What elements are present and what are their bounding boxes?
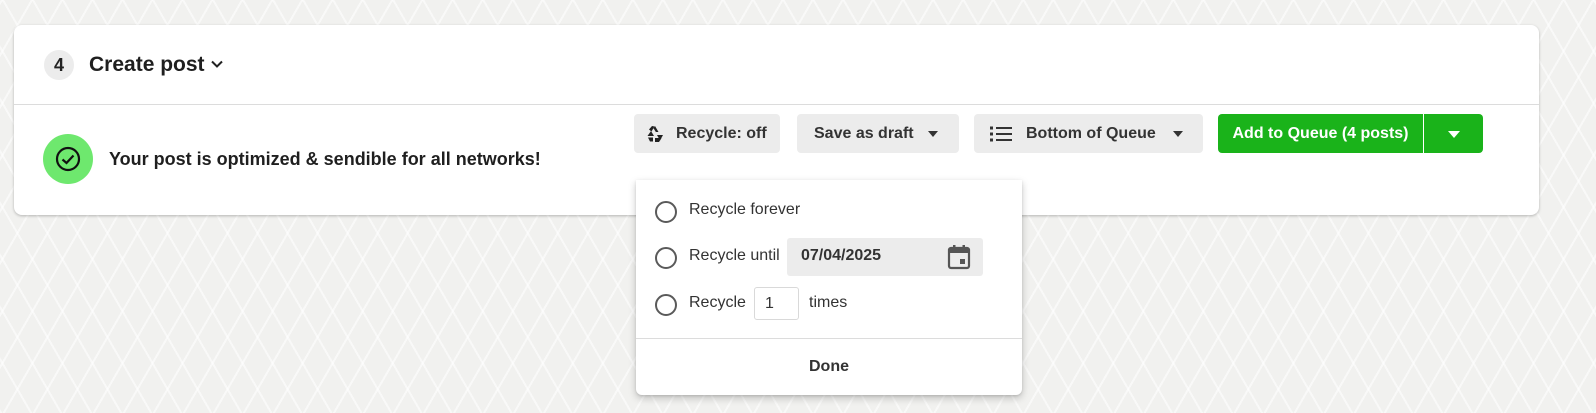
check-circle-icon <box>55 146 81 172</box>
card-title[interactable]: Create post <box>89 50 205 80</box>
add-to-queue-options-button[interactable] <box>1424 114 1483 153</box>
recycle-times-prefix[interactable]: Recycle <box>689 292 746 314</box>
recycle-until-date-field[interactable]: 07/04/2025 <box>787 238 983 276</box>
recycle-until-date-value: 07/04/2025 <box>801 247 882 264</box>
add-to-queue-button[interactable]: Add to Queue (4 posts) <box>1218 114 1423 153</box>
done-button[interactable]: Done <box>636 339 1022 395</box>
recycle-icon <box>647 126 663 142</box>
queue-position-dropdown[interactable]: Bottom of Queue <box>974 114 1203 153</box>
recycle-forever-radio[interactable] <box>655 201 677 223</box>
recycle-options-popup: Recycle forever Recycle until 07/04/2025… <box>636 180 1022 395</box>
status-indicator <box>43 134 93 184</box>
chevron-down-icon[interactable] <box>210 57 224 71</box>
recycle-times-suffix: times <box>809 294 848 311</box>
save-as-draft-button[interactable]: Save as draft <box>797 114 959 153</box>
queue-position-label: Bottom of Queue <box>1026 125 1156 142</box>
caret-down-icon <box>1173 131 1183 137</box>
caret-down-icon <box>928 131 938 137</box>
recycle-times-radio[interactable] <box>655 294 677 316</box>
recycle-times-input[interactable]: 1 <box>754 287 799 320</box>
recycle-button[interactable]: Recycle: off <box>634 114 780 153</box>
recycle-forever-label[interactable]: Recycle forever <box>689 199 800 221</box>
optimization-status-text: Your post is optimized & sendible for al… <box>109 149 541 169</box>
recycle-button-label: Recycle: off <box>676 125 767 142</box>
save-as-draft-label: Save as draft <box>814 125 914 142</box>
caret-down-icon <box>1448 131 1460 138</box>
step-number-badge: 4 <box>44 50 74 80</box>
card-header[interactable]: 4 Create post <box>14 25 1539 105</box>
calendar-icon[interactable] <box>947 244 971 270</box>
recycle-until-label[interactable]: Recycle until <box>689 245 780 267</box>
list-icon <box>990 126 1012 142</box>
recycle-until-radio[interactable] <box>655 247 677 269</box>
